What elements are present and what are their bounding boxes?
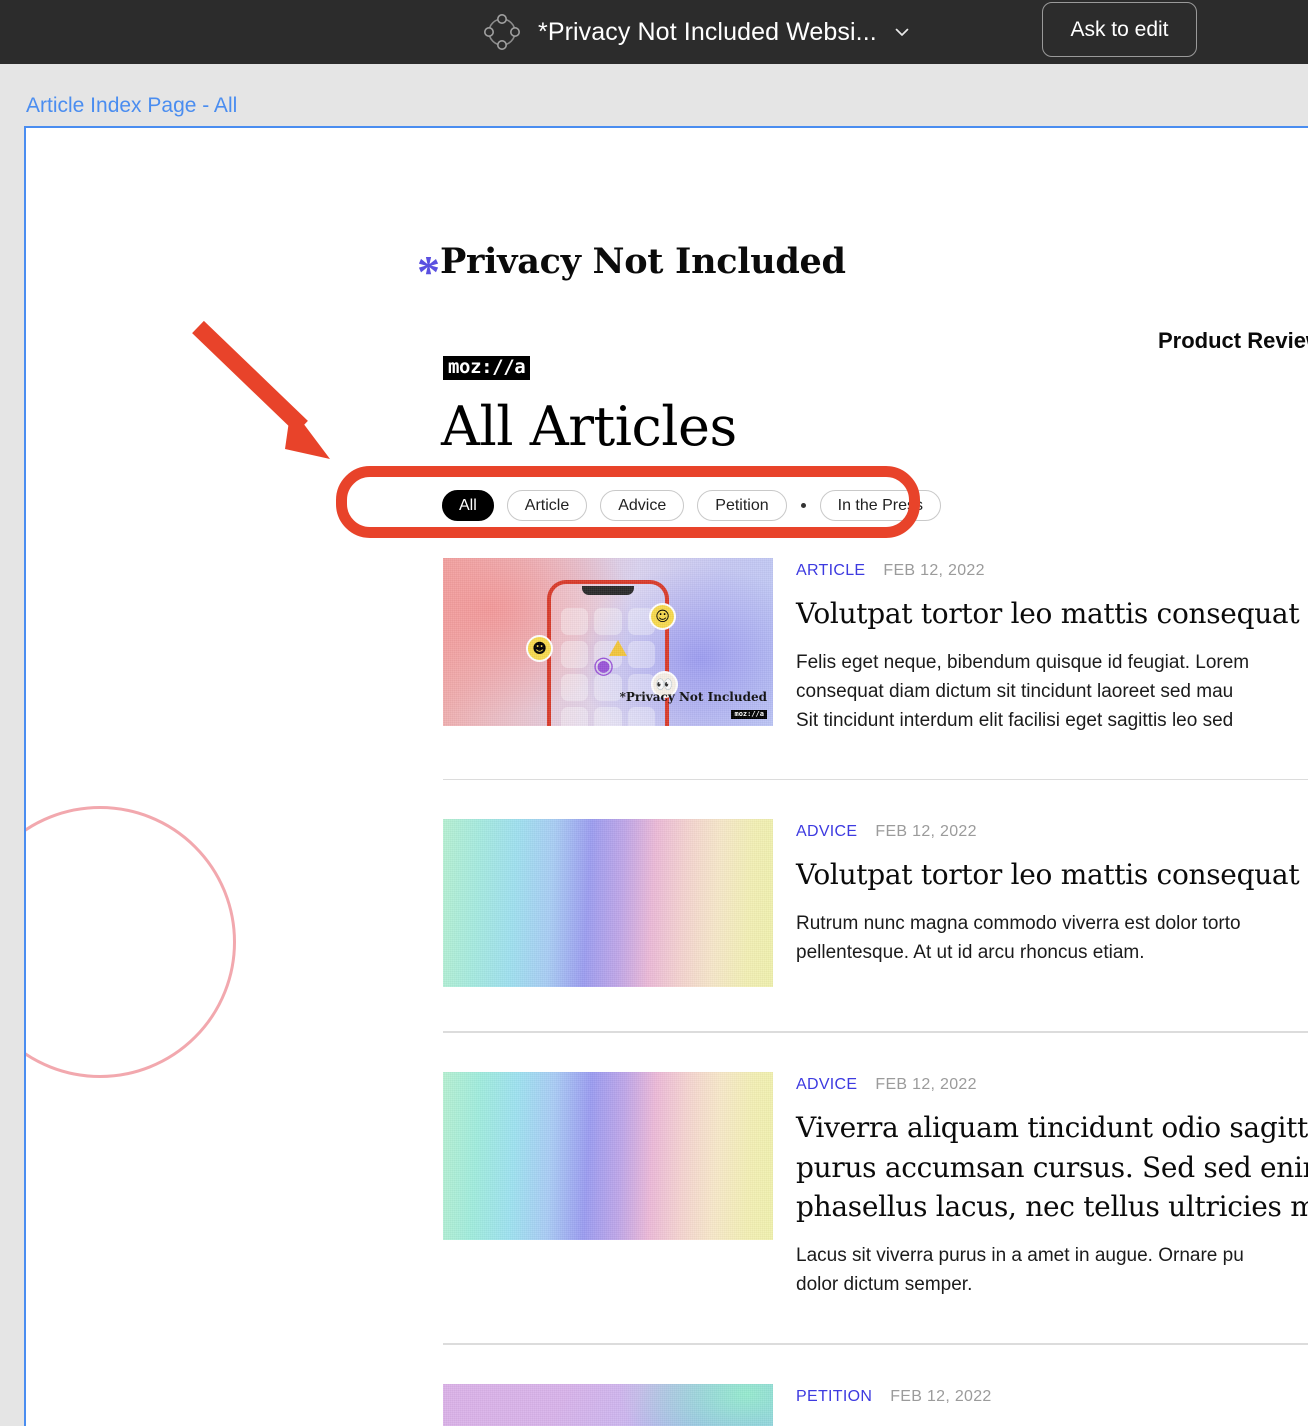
category-filter-bar: All Article Advice Petition In the Press [442,490,942,521]
filter-pill-advice[interactable]: Advice [600,490,685,521]
thumbnail-noise-overlay [443,1383,773,1426]
article-title[interactable]: Volutpat tortor leo mattis consequat [796,855,1308,895]
article-category[interactable]: ADVICE [796,823,857,841]
filter-pill-in-the-press[interactable]: In the Press [819,490,942,521]
filter-pill-petition[interactable]: Petition [697,490,787,521]
filter-separator-dot [800,503,806,508]
article-meta: ADVICE FEB 12, 2022 [796,823,1308,841]
article-body: ARTICLE FEB 12, 2022 Volutpat tortor leo… [796,558,1308,735]
article-thumbnail[interactable] [443,1383,773,1426]
site-header: * Privacy Not Included moz://a Product R… [391,243,1308,380]
article-date: FEB 12, 2022 [883,562,985,579]
article-meta: ARTICLE FEB 12, 2022 [796,562,1308,580]
frame-label[interactable]: Article Index Page - All [26,94,237,118]
page-title: All Articles [441,395,737,458]
article-divider [443,1343,1308,1345]
article-thumbnail[interactable] [443,819,773,988]
article-title[interactable]: Tincidunt euismod eget diam molestie a p… [796,1420,1308,1426]
article-divider [443,778,1308,781]
article-meta: PETITION FEB 12, 2022 [796,1388,1308,1406]
article-category[interactable]: ARTICLE [796,562,865,580]
site-brand[interactable]: * Privacy Not Included [417,243,846,295]
article-date: FEB 12, 2022 [875,823,977,841]
article-divider [443,1031,1308,1033]
article-body: ADVICE FEB 12, 2022 Viverra aliquam tinc… [796,1072,1308,1299]
article-card[interactable]: ◉ ☻ ☺ 👀 *Privacy Not Included moz://a AR… [443,558,1308,735]
toolbar-center-group: *Privacy Not Included Websi... [480,0,911,64]
article-meta: ADVICE FEB 12, 2022 [796,1076,1308,1094]
artboard-frame[interactable]: * Privacy Not Included moz://a Product R… [24,126,1308,1426]
thumbnail-noise-overlay [443,819,773,988]
design-canvas[interactable]: Article Index Page - All * Privacy Not I… [0,64,1308,1426]
article-excerpt: Lacus sit viverra purus in a amet in aug… [796,1245,1244,1296]
filter-pill-article[interactable]: Article [506,490,588,521]
article-date: FEB 12, 2022 [890,1387,992,1405]
article-date: FEB 12, 2022 [875,1075,977,1093]
article-card[interactable]: ADVICE FEB 12, 2022 Volutpat tortor leo … [443,819,1308,988]
thumbnail-noise-overlay [443,1071,773,1240]
filter-pill-all[interactable]: All [442,490,494,521]
vector-node-icon[interactable] [480,10,524,54]
mozilla-wordmark: moz://a [443,356,531,380]
article-card[interactable]: ADVICE FEB 12, 2022 Viverra aliquam tinc… [443,1071,1308,1299]
thumbnail-noise-overlay [443,558,773,726]
chevron-down-icon[interactable] [893,23,911,41]
nav-item-product-reviews[interactable]: Product Reviews [1158,328,1308,354]
article-category[interactable]: PETITION [796,1388,872,1406]
article-body: PETITION FEB 12, 2022 Tincidunt euismod … [796,1384,1308,1426]
article-excerpt: Felis eget neque, bibendum quisque id fe… [796,651,1250,731]
article-list: ◉ ☻ ☺ 👀 *Privacy Not Included moz://a AR… [443,558,1308,1426]
article-title[interactable]: Viverra aliquam tincidunt odio sagittis,… [796,1108,1308,1227]
article-card[interactable]: PETITION FEB 12, 2022 Tincidunt euismod … [443,1383,1308,1426]
app-toolbar: *Privacy Not Included Websi... Ask to ed… [0,0,1308,64]
brand-title: Privacy Not Included [440,241,846,282]
ask-to-edit-button[interactable]: Ask to edit [1042,2,1197,57]
article-body: ADVICE FEB 12, 2022 Volutpat tortor leo … [796,819,1308,987]
article-category[interactable]: ADVICE [796,1076,857,1094]
brand-asterisk-icon: * [417,246,440,297]
article-excerpt: Rutrum nunc magna commodo viverra est do… [796,913,1241,964]
article-thumbnail[interactable]: ◉ ☻ ☺ 👀 *Privacy Not Included moz://a [443,558,773,726]
article-thumbnail[interactable] [443,1071,773,1240]
document-title[interactable]: *Privacy Not Included Websi... [538,18,877,47]
article-title[interactable]: Volutpat tortor leo mattis consequat [796,594,1308,634]
decorative-circle [26,806,236,1078]
